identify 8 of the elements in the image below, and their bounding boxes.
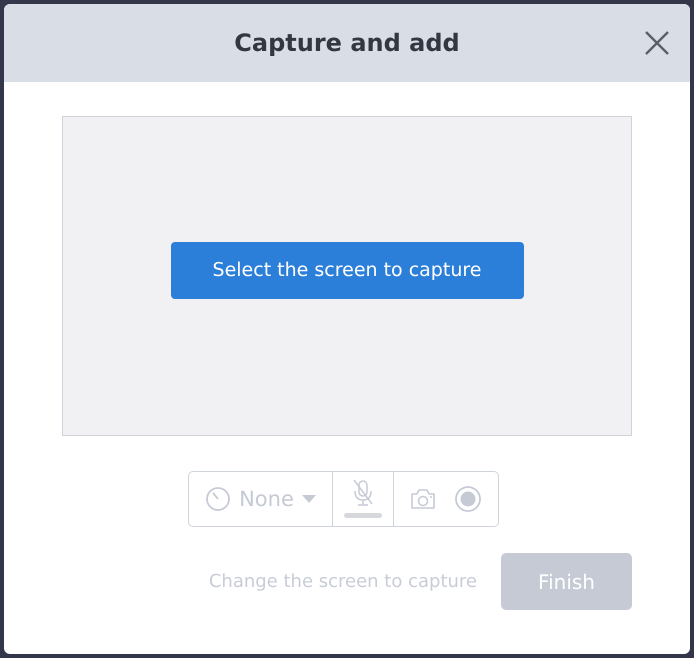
- record-icon: [454, 485, 482, 513]
- timer-icon: [205, 486, 232, 512]
- close-icon: [645, 31, 669, 55]
- dialog-title: Capture and add: [234, 29, 460, 57]
- microphone-icon: [342, 477, 383, 521]
- caret-icon: [302, 495, 316, 503]
- select-screen-button[interactable]: Select the screen to capture: [170, 242, 524, 298]
- camera-icon: [410, 488, 436, 510]
